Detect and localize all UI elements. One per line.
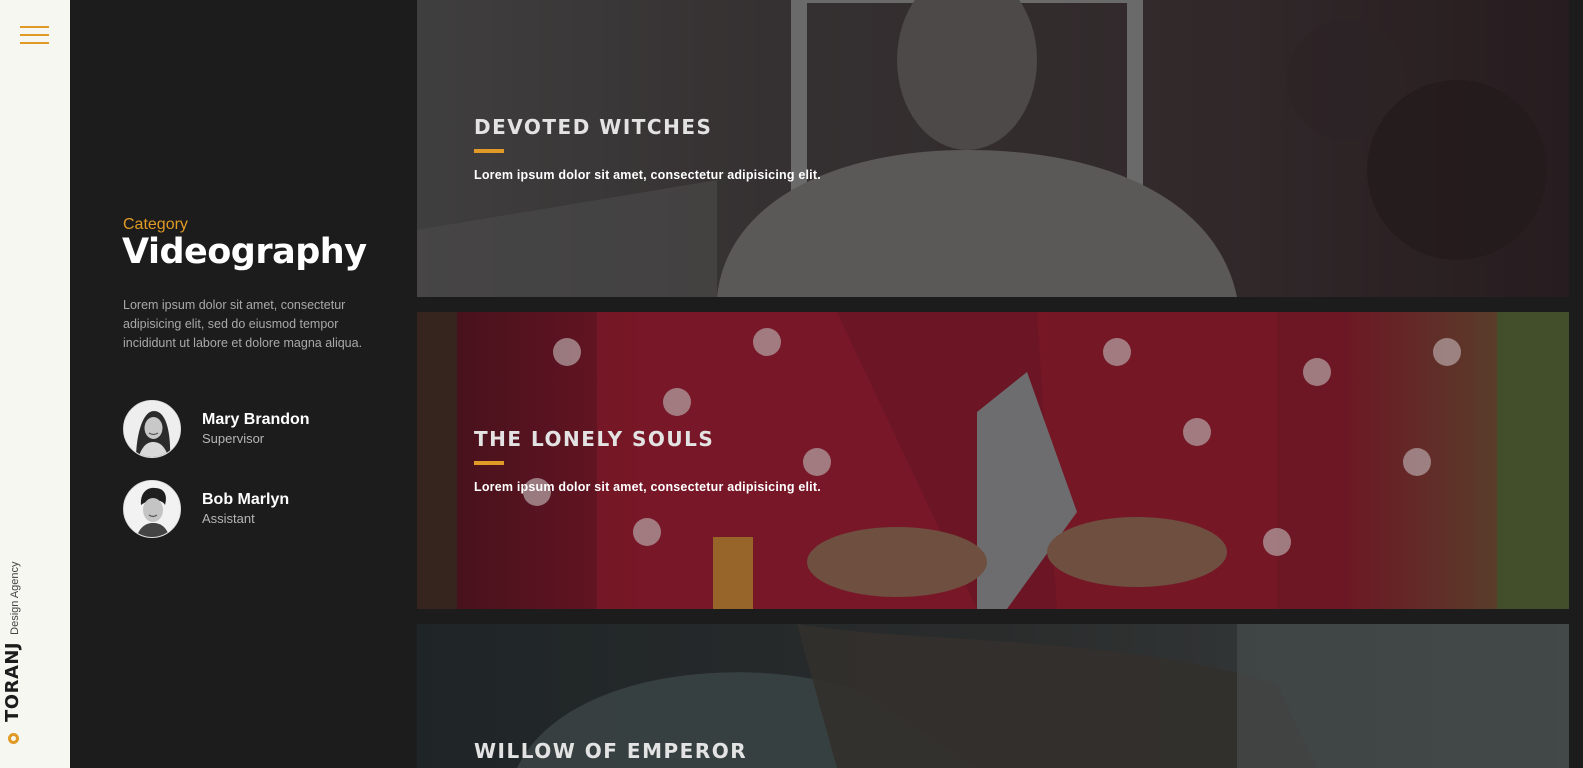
category-panel: Category Videography Lorem ipsum dolor s…: [70, 0, 417, 768]
category-title: Videography: [122, 232, 367, 272]
category-description: Lorem ipsum dolor sit amet, consectetur …: [123, 298, 363, 350]
project-list: DEVOTED WITCHES Lorem ipsum dolor sit am…: [417, 0, 1583, 768]
project-card[interactable]: DEVOTED WITCHES Lorem ipsum dolor sit am…: [417, 0, 1569, 297]
brand-name: TORANJ: [2, 641, 23, 722]
title-underline: [474, 149, 504, 153]
hamburger-menu-icon[interactable]: [20, 26, 49, 46]
project-image: [417, 0, 1569, 297]
avatar: [123, 400, 181, 458]
team-member: Bob Marlyn Assistant: [123, 480, 403, 540]
team-member: Mary Brandon Supervisor: [123, 400, 403, 460]
team-member-name: Mary Brandon: [202, 411, 310, 428]
title-underline: [474, 461, 504, 465]
project-title: THE LONELY SOULS: [474, 427, 715, 451]
avatar: [123, 480, 181, 538]
team-member-name: Bob Marlyn: [202, 491, 290, 508]
project-card[interactable]: THE LONELY SOULS Lorem ipsum dolor sit a…: [417, 312, 1569, 609]
scrollbar-track[interactable]: [1569, 0, 1583, 768]
project-image: [417, 312, 1569, 609]
team-member-role: Supervisor: [202, 431, 265, 446]
brand-mark-icon: [8, 733, 19, 744]
project-card[interactable]: WILLOW OF EMPEROR: [417, 624, 1569, 768]
brand-tagline: Design Agency: [9, 561, 21, 635]
project-title: WILLOW OF EMPEROR: [474, 739, 748, 763]
project-title: DEVOTED WITCHES: [474, 115, 713, 139]
project-description: Lorem ipsum dolor sit amet, consectetur …: [474, 480, 821, 494]
side-rail: TORANJ Design Agency: [0, 0, 70, 768]
team-member-role: Assistant: [202, 511, 255, 526]
brand-logo[interactable]: TORANJ Design Agency: [0, 554, 70, 744]
project-description: Lorem ipsum dolor sit amet, consectetur …: [474, 168, 821, 182]
